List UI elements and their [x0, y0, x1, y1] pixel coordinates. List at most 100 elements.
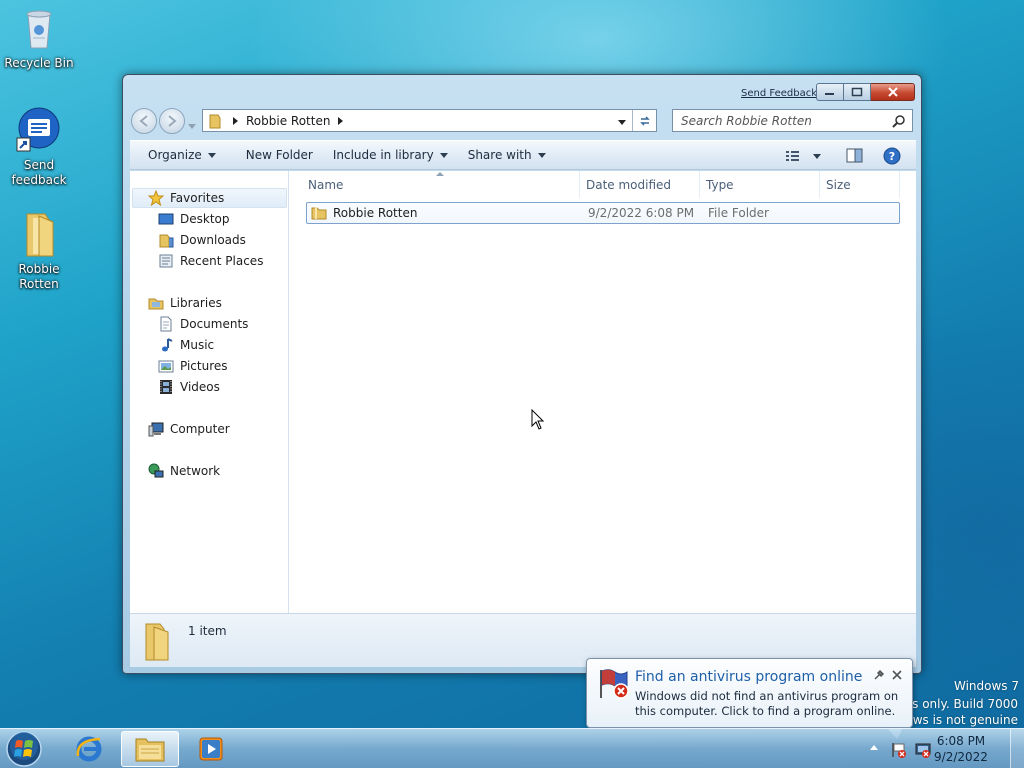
close-icon[interactable] [891, 669, 903, 684]
column-header-label: Date modified [586, 177, 672, 192]
nav-item-videos[interactable]: Videos [158, 379, 220, 395]
search-placeholder: Search Robbie Rotten [681, 113, 812, 128]
view-list-icon [786, 151, 799, 161]
nav-label: Downloads [180, 233, 246, 247]
maximize-button[interactable] [844, 83, 871, 101]
videos-icon [158, 379, 174, 395]
help-button[interactable]: ? [883, 147, 901, 168]
folder-icon [15, 210, 63, 258]
feedback-icon [15, 106, 63, 154]
watermark-edition: Windows 7 [953, 679, 1019, 693]
recycle-bin-icon [15, 4, 63, 52]
nav-item-documents[interactable]: Documents [158, 316, 248, 332]
notification-balloon[interactable]: Find an antivirus program online Windows… [586, 658, 913, 739]
chevron-down-icon[interactable] [813, 153, 821, 159]
desktop-icon-robbie-rotten[interactable]: Robbie Rotten [1, 210, 77, 292]
column-header-size[interactable]: Size [820, 171, 900, 198]
column-header-date-modified[interactable]: Date modified [580, 171, 700, 198]
internet-explorer-icon [76, 736, 102, 762]
nav-item-favorites[interactable]: Favorites [147, 189, 225, 207]
nav-label: Videos [180, 380, 220, 394]
taskbar: 6:08 PM 9/2/2022 [0, 728, 1024, 768]
include-in-library-button[interactable]: Include in library [323, 148, 458, 162]
preview-pane-button[interactable] [846, 148, 864, 167]
libraries-icon [148, 295, 164, 311]
breadcrumb-separator-icon[interactable] [233, 116, 238, 125]
breadcrumb-separator-icon[interactable] [338, 116, 344, 125]
address-bar[interactable]: Robbie Rotten [202, 109, 657, 132]
close-button[interactable] [871, 83, 915, 101]
column-header-label: Type [706, 177, 734, 192]
nav-item-computer[interactable]: Computer [148, 421, 230, 437]
taskbar-windows-explorer[interactable] [121, 731, 179, 767]
windows-logo-icon [6, 731, 42, 767]
taskbar-internet-explorer[interactable] [60, 731, 118, 767]
nav-label: Computer [170, 422, 230, 436]
minimize-button[interactable] [816, 83, 844, 101]
search-input[interactable]: Search Robbie Rotten [672, 109, 913, 132]
navigation-bar: Robbie Rotten Search Robbie Rotten [131, 108, 915, 134]
desktop-icon-label: Robbie Rotten [18, 262, 60, 291]
column-header-label: Name [308, 177, 344, 192]
content-area: Favorites Desktop Downloads Recent Place… [130, 171, 916, 613]
nav-item-libraries[interactable]: Libraries [148, 295, 222, 311]
column-header-label: Size [826, 177, 851, 192]
file-name: Robbie Rotten [333, 206, 418, 220]
address-dropdown[interactable] [618, 120, 626, 125]
send-feedback-link[interactable]: Send Feedback [741, 88, 817, 99]
windows-explorer-icon [135, 738, 165, 762]
action-center-icon[interactable] [890, 741, 908, 762]
search-icon[interactable] [892, 114, 906, 128]
file-type: File Folder [708, 206, 769, 220]
options-icon[interactable] [873, 669, 885, 684]
forward-arrow-icon [168, 115, 177, 127]
back-button[interactable] [131, 108, 157, 134]
include-in-library-label: Include in library [332, 148, 434, 162]
nav-item-downloads[interactable]: Downloads [158, 232, 246, 248]
folder-icon [311, 205, 327, 221]
computer-icon [148, 421, 164, 437]
nav-label: Network [170, 464, 221, 478]
desktop-icon-recycle-bin[interactable]: Recycle Bin [1, 4, 77, 71]
start-button[interactable] [4, 730, 44, 768]
svg-text:?: ? [889, 150, 895, 163]
pictures-icon [158, 358, 174, 374]
desktop-icon-send-feedback[interactable]: Send feedback [1, 106, 77, 188]
nav-item-music[interactable]: Music [158, 337, 214, 353]
file-row[interactable]: Robbie Rotten 9/2/2022 6:08 PM File Fold… [306, 202, 900, 224]
network-icon [148, 463, 164, 479]
forward-button[interactable] [159, 108, 185, 134]
breadcrumb-segment[interactable]: Robbie Rotten [246, 114, 330, 128]
security-flag-icon [597, 668, 631, 703]
recent-pages-dropdown[interactable] [188, 118, 196, 132]
documents-icon [158, 316, 174, 332]
nav-item-recent-places[interactable]: Recent Places [158, 253, 263, 269]
desktop-icon-label: Send feedback [11, 158, 67, 187]
nav-item-desktop[interactable]: Desktop [158, 211, 230, 227]
share-with-button[interactable]: Share with [458, 148, 556, 162]
nav-label: Documents [180, 317, 249, 331]
show-hidden-icons-button[interactable] [870, 745, 878, 750]
refresh-icon [639, 115, 650, 126]
close-icon [887, 87, 898, 97]
refresh-button[interactable] [632, 110, 656, 131]
column-header-name[interactable]: Name [290, 171, 580, 198]
nav-item-network[interactable]: Network [148, 463, 220, 479]
new-folder-button[interactable]: New Folder [236, 148, 323, 162]
clock-date: 9/2/2022 [934, 750, 988, 764]
system-clock[interactable]: 6:08 PM 9/2/2022 [926, 733, 996, 765]
new-folder-label: New Folder [245, 148, 313, 162]
organize-button[interactable]: Organize [130, 148, 226, 162]
nav-item-pictures[interactable]: Pictures [158, 358, 228, 374]
chevron-down-icon [439, 152, 448, 158]
column-header-type[interactable]: Type [700, 171, 820, 198]
nav-label: Recent Places [180, 254, 264, 268]
nav-label: Favorites [170, 191, 225, 205]
folder-icon [138, 622, 174, 665]
navigation-pane: Favorites Desktop Downloads Recent Place… [130, 171, 289, 613]
minimize-icon [825, 93, 834, 95]
change-view-button[interactable] [785, 149, 821, 163]
show-desktop-button[interactable] [1010, 729, 1024, 768]
taskbar-media-player[interactable] [182, 731, 240, 767]
chevron-down-icon [537, 152, 546, 158]
